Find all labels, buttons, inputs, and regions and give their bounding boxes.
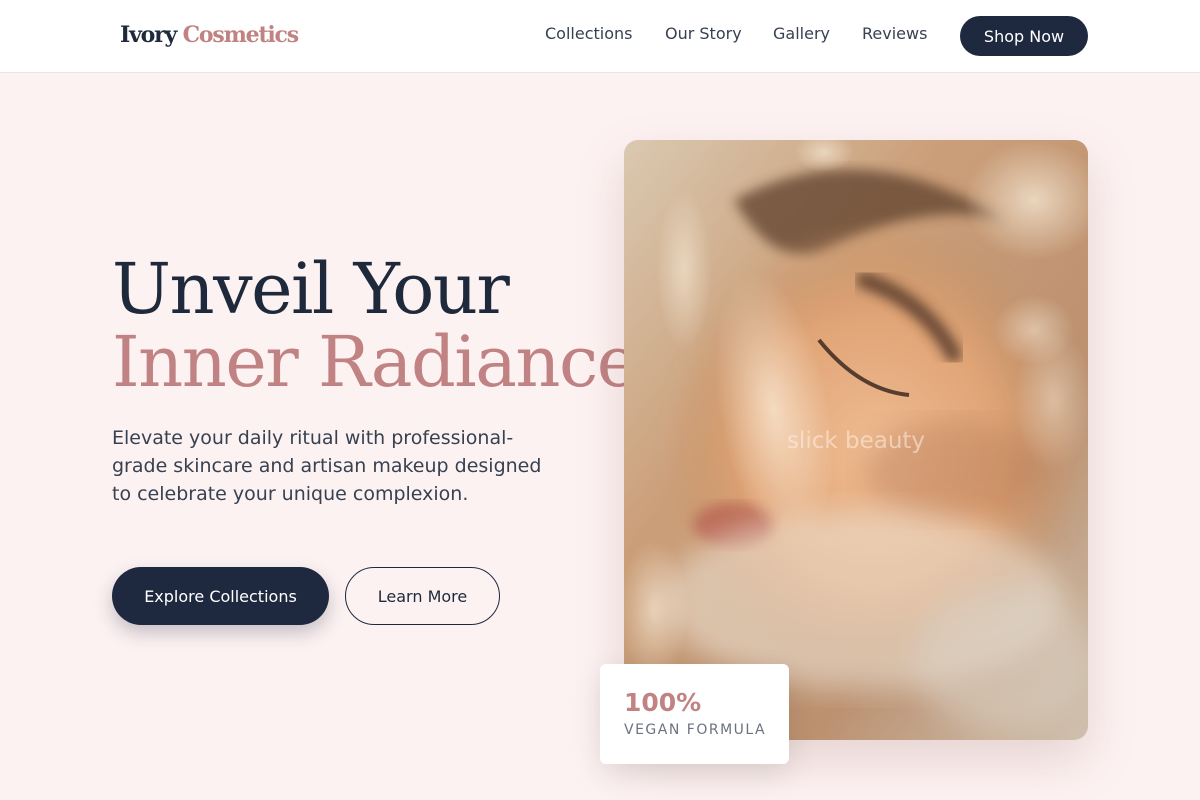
- nav-link-collections[interactable]: Collections: [545, 24, 632, 43]
- nav-link-gallery[interactable]: Gallery: [773, 24, 830, 43]
- image-watermark: slick beauty: [786, 428, 926, 454]
- logo-primary: Ivory: [120, 22, 177, 48]
- brand-logo[interactable]: Ivory Cosmetics: [120, 22, 300, 48]
- shop-now-button[interactable]: Shop Now: [960, 16, 1088, 56]
- logo-accent: Cosmetics: [182, 22, 300, 48]
- site-header: Ivory Cosmetics Collections Our Story Ga…: [0, 0, 1200, 73]
- badge-value: 100%: [624, 688, 702, 717]
- vegan-badge: 100% VEGAN FORMULA: [600, 664, 789, 764]
- badge-label: VEGAN FORMULA: [624, 722, 767, 738]
- hero-description: Elevate your daily ritual with professio…: [112, 427, 542, 505]
- hero-portrait-image: slick beauty: [624, 140, 1088, 740]
- nav-link-our-story[interactable]: Our Story: [665, 24, 742, 43]
- learn-more-button[interactable]: Learn More: [345, 567, 500, 625]
- headline-line-1: Unveil Your: [112, 248, 510, 330]
- headline-line-2: Inner Radiance.: [112, 321, 659, 403]
- explore-collections-button[interactable]: Explore Collections: [112, 567, 329, 625]
- nav-link-reviews[interactable]: Reviews: [862, 24, 927, 43]
